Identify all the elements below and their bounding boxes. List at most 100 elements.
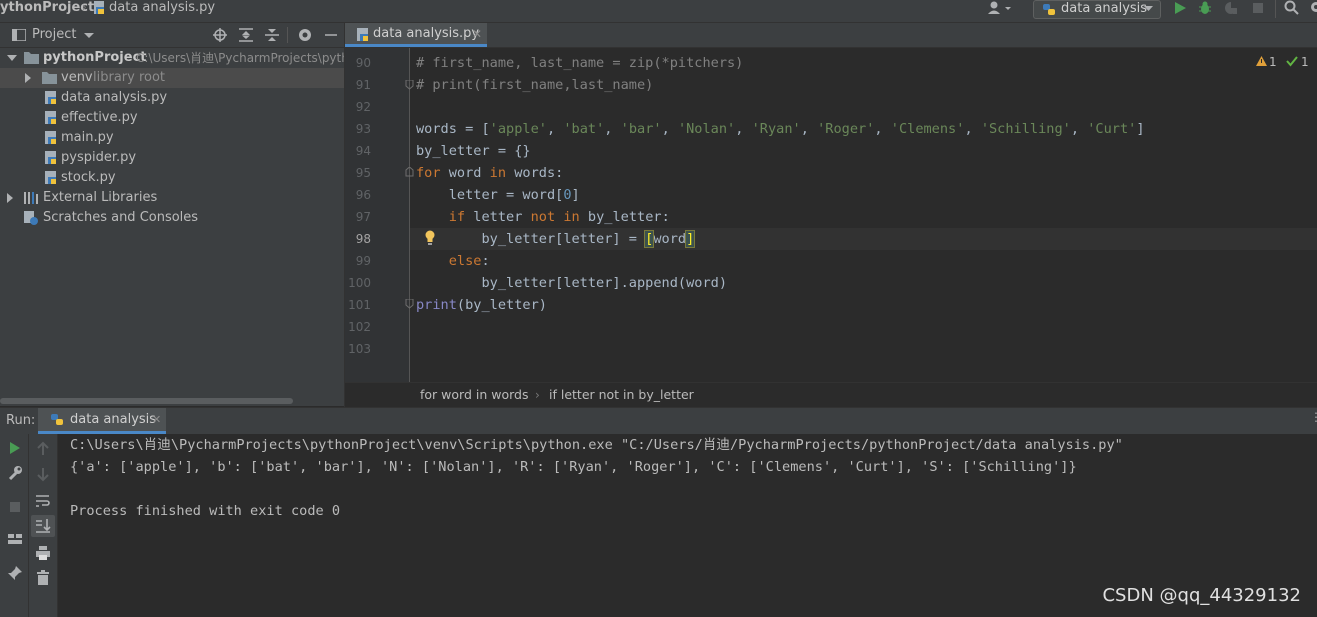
chevron-right-icon[interactable]: [25, 73, 32, 83]
code-line[interactable]: letter = word[0]: [416, 184, 580, 206]
python-file-icon: [357, 28, 368, 41]
locate-icon[interactable]: [213, 28, 227, 42]
code-line[interactable]: for word in words:: [416, 162, 563, 184]
gear-icon[interactable]: [1308, 0, 1317, 15]
tree-item-label: effective.py: [61, 110, 138, 125]
code-line[interactable]: by_letter[letter] = [word]: [416, 228, 696, 250]
user-icon[interactable]: [988, 1, 1014, 15]
python-file-icon: [45, 131, 56, 144]
code-line[interactable]: else:: [416, 250, 490, 272]
tree-item-venv[interactable]: venv library root: [0, 68, 344, 88]
fold-marker-icon[interactable]: [405, 299, 414, 309]
debug-icon[interactable]: [1198, 1, 1212, 15]
line-number: 91: [355, 78, 371, 92]
stop-icon[interactable]: [7, 499, 23, 515]
code-line[interactable]: by_letter = {}: [416, 140, 531, 162]
line-number: 101: [348, 298, 371, 312]
console-line: {'a': ['apple'], 'b': ['bat', 'bar'], 'N…: [70, 459, 1077, 475]
python-icon: [51, 414, 63, 425]
tree-item-project-root[interactable]: pythonProject C:\Users\肖迪\PycharmProject…: [0, 48, 349, 68]
chevron-right-icon[interactable]: [7, 193, 14, 203]
line-number: 102: [348, 320, 371, 334]
breadcrumb-separator: ›: [535, 388, 540, 402]
tree-item-label: pyspider.py: [61, 150, 137, 165]
python-file-icon: [45, 91, 56, 104]
rerun-icon[interactable]: [7, 440, 23, 456]
stop-icon[interactable]: [1251, 1, 1265, 15]
expand-all-icon[interactable]: [239, 28, 253, 42]
code-line[interactable]: # print(first_name,last_name): [416, 74, 653, 96]
trash-icon[interactable]: [35, 570, 51, 586]
breadcrumb-file[interactable]: data analysis.py: [109, 0, 215, 16]
line-number: 93: [355, 122, 371, 136]
run-toolbar-secondary: [29, 434, 58, 617]
tree-item-label: data analysis.py: [61, 90, 168, 105]
pin-icon[interactable]: [7, 565, 23, 581]
line-number: 100: [348, 276, 371, 290]
project-panel-header: Project: [0, 23, 344, 48]
hide-panel-icon[interactable]: [324, 28, 338, 42]
layout-icon[interactable]: [7, 531, 23, 547]
watermark: CSDN @qq_44329132: [1102, 585, 1301, 606]
soft-wrap-icon[interactable]: [35, 493, 51, 509]
tree-item-scratches[interactable]: Scratches and Consoles: [0, 208, 344, 228]
tab-data-analysis[interactable]: data analysis.py ✕: [345, 23, 487, 47]
code-line[interactable]: words = ['apple', 'bat', 'bar', 'Nolan',…: [416, 118, 1145, 140]
search-icon[interactable]: [1284, 0, 1299, 15]
code-line[interactable]: if letter not in by_letter:: [416, 206, 670, 228]
tree-item-stock[interactable]: stock.py: [0, 168, 344, 188]
fold-marker-icon[interactable]: [405, 80, 414, 90]
close-icon[interactable]: ✕: [152, 408, 161, 432]
project-tree-scrollbar[interactable]: [0, 398, 293, 404]
coverage-icon[interactable]: [1224, 1, 1238, 15]
run-panel-header: Run: data analysis ✕ ⋮: [0, 407, 1317, 435]
scratch-icon: [24, 211, 38, 225]
project-panel-title[interactable]: Project: [32, 23, 76, 47]
line-number: 99: [355, 254, 371, 268]
chevron-down-icon[interactable]: [7, 55, 17, 62]
collapse-all-icon[interactable]: [265, 28, 279, 42]
run-icon[interactable]: [1173, 1, 1187, 15]
breadcrumb-item[interactable]: for word in words: [420, 383, 528, 407]
breadcrumb-separator: ›: [82, 0, 87, 14]
navigation-bar: ythonProject › data analysis.py data ana…: [0, 0, 1317, 23]
tree-item-label: External Libraries: [43, 190, 158, 205]
line-number: 95: [355, 166, 371, 180]
print-icon[interactable]: [35, 545, 51, 561]
breadcrumb-project[interactable]: ythonProject: [0, 0, 94, 16]
folder-icon: [24, 52, 39, 64]
options-icon[interactable]: ⋮: [1310, 410, 1317, 424]
tree-item-path: C:\Users\肖迪\PycharmProjects\pyth: [136, 51, 349, 65]
line-number: 92: [355, 100, 371, 114]
lightbulb-icon[interactable]: [424, 230, 436, 246]
scroll-to-end-button[interactable]: [31, 515, 55, 537]
tree-item-main[interactable]: main.py: [0, 128, 344, 148]
code-line[interactable]: by_letter[letter].append(word): [416, 272, 727, 294]
folder-icon: [42, 72, 57, 84]
close-icon[interactable]: ✕: [472, 23, 482, 45]
line-number-current: 98: [355, 232, 371, 246]
tree-item-pyspider[interactable]: pyspider.py: [0, 148, 344, 168]
tree-item-hint: library root: [93, 70, 166, 85]
run-configuration-selector[interactable]: data analysis: [1033, 0, 1161, 19]
python-file-icon: [94, 1, 104, 14]
code-line[interactable]: print(by_letter): [416, 294, 547, 316]
chevron-down-icon[interactable]: [84, 33, 94, 39]
check-count: 1: [1301, 55, 1309, 69]
arrow-up-icon[interactable]: [35, 441, 51, 457]
tree-item-label: main.py: [61, 130, 114, 145]
code-line[interactable]: # first_name, last_name = zip(*pitchers): [416, 52, 743, 74]
wrench-icon[interactable]: [7, 465, 23, 481]
editor-tab-bar: data analysis.py ✕: [345, 23, 1317, 48]
tree-item-data-analysis[interactable]: data analysis.py: [0, 88, 344, 108]
gear-icon[interactable]: [298, 28, 312, 42]
fold-marker-icon[interactable]: [405, 167, 414, 177]
tree-item-effective[interactable]: effective.py: [0, 108, 344, 128]
scroll-to-end-icon: [36, 519, 51, 533]
project-tree-scrollbar-track: [0, 396, 344, 406]
tab-run-data-analysis[interactable]: data analysis ✕: [38, 408, 166, 434]
tree-item-external-libraries[interactable]: External Libraries: [0, 188, 344, 208]
breadcrumb-item[interactable]: if letter not in by_letter: [549, 383, 694, 407]
run-panel-label: Run:: [6, 413, 36, 428]
arrow-down-icon[interactable]: [35, 466, 51, 482]
